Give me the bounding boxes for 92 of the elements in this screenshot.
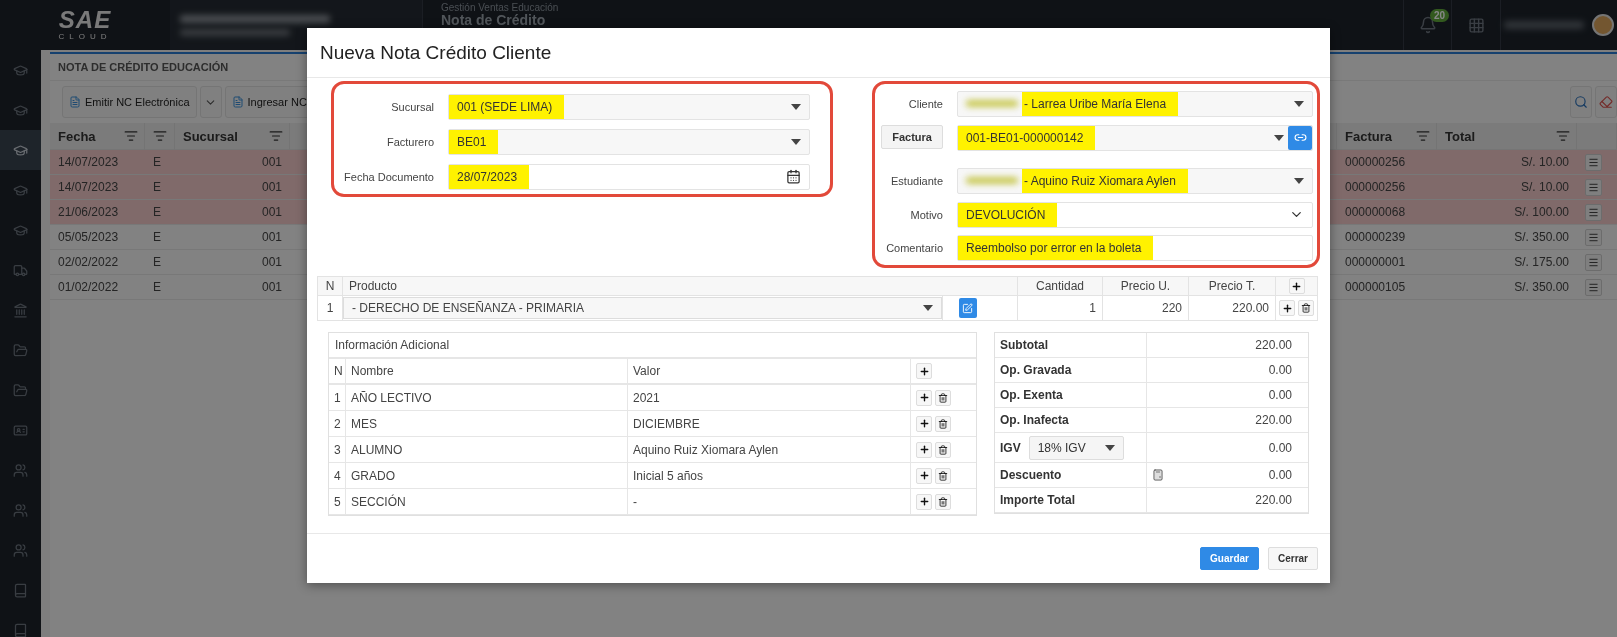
igv-select[interactable]: 18% IGV: [1028, 435, 1124, 460]
notification-count: 20: [1430, 9, 1450, 22]
summary-label: Subtotal: [1000, 338, 1048, 352]
field-value: 28/07/2023: [449, 164, 530, 189]
field-value: - Aquino Ruiz Xiomara Aylen: [1022, 168, 1188, 193]
column-header: Producto: [342, 276, 1018, 296]
column-header: Precio T.: [1188, 276, 1276, 296]
table-cell: S/. 10.00: [1437, 150, 1577, 175]
logo-subtitle: CLOUD: [58, 32, 112, 42]
column-header: Fecha: [50, 123, 145, 150]
select-field[interactable]: - Larrea Uribe María Elena: [957, 90, 1313, 117]
select-field[interactable]: 001-BE01-000000142: [957, 124, 1313, 151]
field-label: Sucursal: [390, 101, 434, 114]
logo-text: SAE: [58, 8, 112, 32]
summary-label: Op. Inafecta: [1000, 413, 1069, 427]
table-cell: E: [145, 200, 175, 225]
field-label: Facturero: [385, 136, 434, 148]
table-cell: 000000068: [1337, 200, 1437, 225]
table-cell: Aquino Ruiz Xiomara Aylen: [627, 437, 910, 462]
table-cell: E: [145, 150, 175, 175]
table-cell: S/. 10.00: [1437, 175, 1577, 200]
select-field[interactable]: DEVOLUCIÓN: [957, 201, 1313, 228]
table-cell: 001: [175, 150, 290, 175]
table-title: Información Adicional: [329, 333, 976, 359]
select-field[interactable]: - Aquino Ruiz Xiomara Aylen: [957, 167, 1313, 194]
field-label: Cliente: [907, 97, 943, 110]
table-cell: 000000256: [1337, 150, 1437, 175]
table-cell: SECCIÓN: [345, 489, 627, 514]
table-cell: E: [145, 175, 175, 200]
product-select[interactable]: - DERECHO DE ENSEÑANZA - PRIMARIA: [343, 297, 942, 319]
table-cell-text: 5: [333, 493, 342, 511]
summary-label: Op. Gravada: [1000, 363, 1072, 377]
table-cell: GRADO: [345, 463, 627, 488]
close-button[interactable]: Cerrar: [1267, 547, 1318, 570]
field-label: Motivo: [909, 208, 943, 221]
table-cell: Inicial 5 años: [627, 463, 910, 488]
table-cell: MES: [345, 411, 627, 436]
table-cell: 1: [317, 295, 343, 321]
summary-label: Importe Total: [1000, 493, 1076, 507]
table-cell: 001: [175, 200, 290, 225]
column-header: Nombre: [345, 359, 627, 383]
column-header: Valor: [627, 359, 910, 383]
table-cell: 14/07/2023: [50, 175, 145, 200]
summary-value: 220.00: [1255, 413, 1292, 427]
table-cell: 2021: [627, 385, 910, 410]
table-cell: 001: [175, 175, 290, 200]
table-cell: AÑO LECTIVO: [345, 385, 627, 410]
summary-value: 0.00: [1268, 440, 1292, 455]
summary-label: IGV: [1000, 440, 1021, 455]
table-cell: 000000256: [1337, 175, 1437, 200]
module-name: Gestión Ventas Educación: [441, 2, 559, 13]
field-value: Reembolso por error en la boleta: [958, 236, 1154, 261]
table-cell-text: 3: [333, 441, 342, 459]
summary-label: Descuento: [1000, 468, 1062, 482]
table-cell-text: 4: [333, 467, 342, 485]
save-button[interactable]: Guardar: [1200, 547, 1259, 570]
table-cell-text: 2: [333, 415, 342, 433]
select-field[interactable]: 001 (SEDE LIMA): [448, 94, 810, 121]
summary-value: 0.00: [1268, 363, 1292, 377]
column-header: Factura: [1337, 123, 1437, 150]
table-cell: S/. 100.00: [1437, 200, 1577, 225]
column-header: N: [333, 363, 344, 380]
column-header: Cantidad: [1017, 276, 1103, 296]
field-label: Comentario: [885, 242, 943, 255]
field-label: Estudiante: [890, 174, 943, 187]
table-cell: ALUMNO: [345, 437, 627, 462]
table-cell: DICIEMBRE: [627, 411, 910, 436]
field-value: DEVOLUCIÓN: [958, 202, 1058, 227]
field-value: - Larrea Uribe María Elena: [1022, 91, 1179, 116]
summary-value: 220.00: [1255, 338, 1292, 352]
summary-value: 0.00: [1268, 388, 1292, 402]
column-header: Total: [1437, 123, 1577, 150]
table-cell: 21/06/2023: [50, 200, 145, 225]
column-header: Sucursal: [175, 123, 290, 150]
comment-field[interactable]: Reembolso por error en la boleta: [957, 235, 1313, 262]
date-field[interactable]: 28/07/2023: [448, 163, 810, 190]
invoice-button[interactable]: Factura: [881, 124, 943, 149]
field-label: Fecha Documento: [343, 170, 434, 183]
table-cell: -: [627, 489, 910, 514]
summary-value: 0.00: [1268, 468, 1292, 482]
table-cell-text: 1: [333, 389, 342, 407]
summary-label: Op. Exenta: [1000, 388, 1063, 402]
field-value: 001-BE01-000000142: [958, 125, 1096, 150]
column-header: Precio U.: [1102, 276, 1189, 296]
page-title: Nota de Crédito: [441, 13, 546, 27]
field-value: 001 (SEDE LIMA): [449, 95, 565, 120]
table-cell: 14/07/2023: [50, 150, 145, 175]
select-field[interactable]: BE01: [448, 129, 810, 155]
column-header: N: [317, 276, 343, 296]
summary-value: 220.00: [1255, 493, 1292, 507]
field-value: BE01: [449, 130, 499, 154]
toolbar-button[interactable]: Emitir NC Electrónica: [62, 86, 197, 118]
